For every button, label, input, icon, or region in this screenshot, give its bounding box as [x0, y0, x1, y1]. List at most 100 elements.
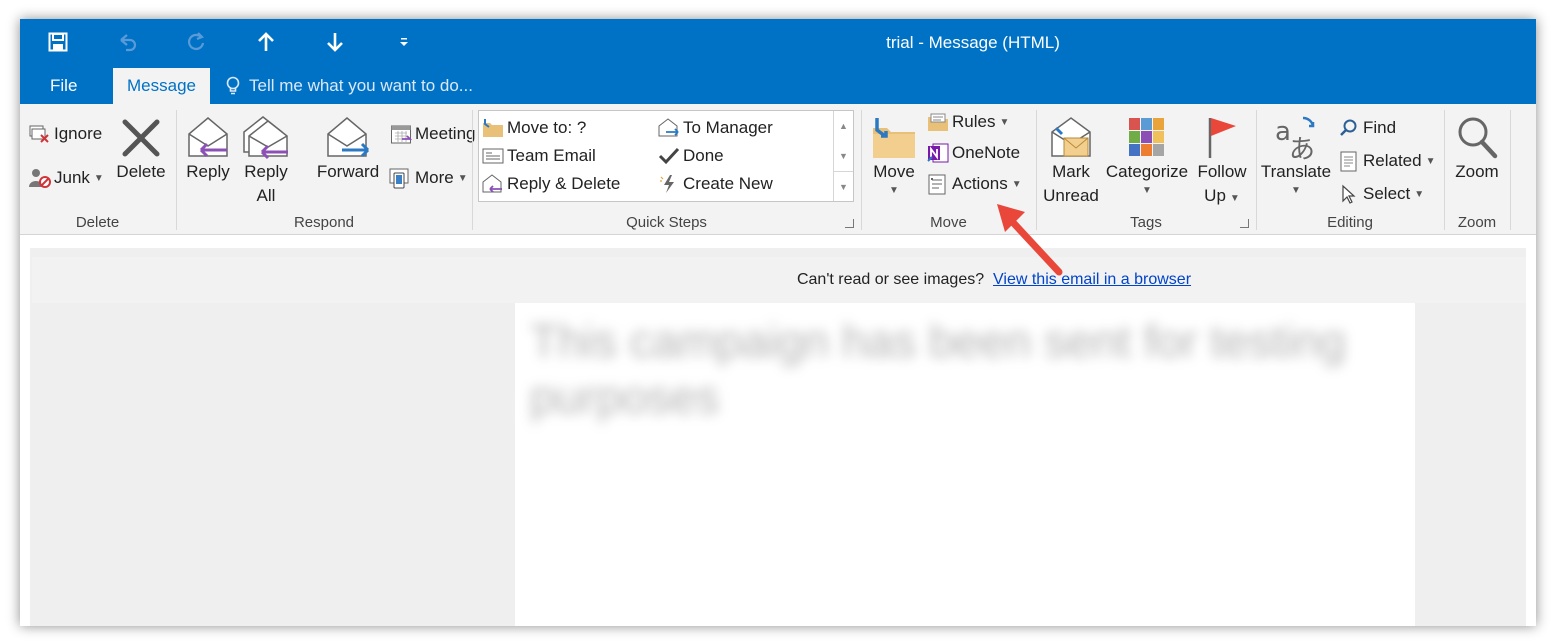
scroll-up-icon[interactable]: ▲ [834, 111, 853, 141]
meeting-calendar-icon [389, 122, 413, 146]
quick-step-reply-delete-label: Reply & Delete [507, 174, 621, 193]
rules-button[interactable]: Rules ▼ [926, 108, 1009, 136]
group-divider [1510, 110, 1511, 230]
move-to-folder-icon [481, 116, 505, 140]
tags-dialog-launcher[interactable] [1240, 219, 1249, 228]
zoom-button[interactable]: Zoom [1449, 110, 1505, 184]
forward-button[interactable]: Forward [315, 110, 381, 184]
quick-step-create-new[interactable]: Create New [657, 170, 773, 198]
find-label: Find [1363, 118, 1397, 137]
reply-delete-icon [481, 172, 505, 196]
zoom-magnifier-icon [1449, 110, 1505, 160]
related-label: Related [1363, 151, 1422, 170]
to-manager-icon [657, 116, 681, 140]
select-dropdown-caret: ▼ [1414, 188, 1425, 200]
quick-step-done-label: Done [683, 146, 724, 165]
email-content-panel: This campaign has been sent for testing … [515, 303, 1415, 626]
ribbon-tabs: File Message Tell me what you want to do… [20, 68, 1536, 105]
quick-steps-scrollbar[interactable]: ▲ ▼ ▼ [833, 111, 853, 201]
delete-group: Ignore Junk ▼ Delete Delete [20, 104, 175, 235]
mark-unread-label-line1: Mark [1052, 162, 1090, 181]
categorize-button[interactable]: Categorize ▼ [1103, 110, 1191, 198]
translate-label: Translate [1260, 162, 1332, 181]
tab-message[interactable]: Message [113, 68, 210, 105]
reply-button[interactable]: Reply [182, 110, 234, 184]
junk-label: Junk [54, 168, 90, 187]
reply-all-label-line2: All [256, 186, 276, 205]
ignore-label: Ignore [54, 124, 103, 143]
lightbulb-icon [226, 76, 240, 95]
categorize-dropdown-caret: ▼ [1142, 185, 1152, 196]
follow-up-label-line1: Follow [1197, 162, 1247, 181]
actions-icon [926, 172, 950, 196]
actions-dropdown-caret: ▼ [1011, 178, 1022, 190]
junk-button[interactable]: Junk ▼ [28, 164, 104, 192]
rules-icon [926, 110, 950, 134]
onenote-button[interactable]: OneNote [926, 139, 1020, 167]
actions-button[interactable]: Actions ▼ [926, 170, 1022, 198]
scroll-down-icon[interactable]: ▼ [834, 141, 853, 171]
meeting-button[interactable]: Meeting [389, 120, 475, 148]
reply-all-icon [239, 110, 293, 160]
quick-step-move-to-label: Move to: ? [507, 118, 587, 137]
select-cursor-icon [1337, 182, 1361, 206]
rules-dropdown-caret: ▼ [999, 116, 1010, 128]
quick-step-to-manager[interactable]: To Manager [657, 114, 773, 142]
follow-up-button[interactable]: Follow Up ▼ [1194, 110, 1250, 211]
tags-group: Mark Unread Categorize ▼ Follow Up ▼ Tags [1037, 104, 1255, 235]
quick-step-done[interactable]: Done [657, 142, 724, 170]
zoom-group: Zoom Zoom [1445, 104, 1509, 235]
quick-step-to-manager-label: To Manager [683, 118, 773, 137]
categorize-label: Categorize [1105, 162, 1189, 181]
quick-step-create-new-label: Create New [683, 174, 773, 193]
gallery-more-icon[interactable]: ▼ [834, 171, 853, 201]
mark-unread-envelope-icon [1041, 110, 1101, 160]
svg-text:あ: あ [1289, 135, 1315, 160]
ignore-icon [28, 122, 52, 146]
quick-step-team-email-label: Team Email [507, 146, 596, 165]
related-button[interactable]: Related ▼ [1337, 147, 1436, 175]
find-search-icon [1337, 116, 1361, 140]
quick-steps-dialog-launcher[interactable] [845, 219, 854, 228]
tab-file[interactable]: File [36, 68, 91, 104]
move-label: Move [873, 162, 915, 181]
respond-group-label: Respond [293, 214, 355, 231]
blurred-email-text: This campaign has been sent for testing … [530, 315, 1346, 423]
more-label: More [415, 168, 454, 187]
reply-all-button[interactable]: Reply All [239, 110, 293, 208]
quick-step-team-email[interactable]: Team Email [481, 142, 596, 170]
tell-me-box[interactable]: Tell me what you want to do... [225, 68, 473, 104]
select-label: Select [1363, 184, 1411, 203]
annotation-arrow-icon [997, 204, 1063, 276]
quick-steps-group-label: Quick Steps [626, 214, 707, 231]
more-dropdown-caret: ▼ [457, 172, 468, 184]
move-button[interactable]: Move ▼ [868, 110, 920, 198]
view-in-browser-bar: Can't read or see images? View this emai… [32, 257, 1526, 303]
delete-x-icon [113, 110, 169, 160]
delete-button[interactable]: Delete [113, 110, 169, 184]
quick-step-move-to[interactable]: Move to: ? [481, 114, 586, 142]
quick-step-reply-delete[interactable]: Reply & Delete [481, 170, 620, 198]
images-notice-text: Can't read or see images? [796, 271, 985, 288]
window-title: trial - Message (HTML) [886, 33, 1060, 52]
select-button[interactable]: Select ▼ [1337, 180, 1424, 208]
find-button[interactable]: Find [1337, 114, 1396, 142]
junk-dropdown-caret: ▼ [93, 172, 104, 184]
follow-up-dropdown-caret: ▼ [1229, 193, 1240, 204]
translate-button[interactable]: aあ Translate ▼ [1257, 110, 1335, 198]
categorize-grid-icon [1103, 110, 1191, 160]
related-dropdown-caret: ▼ [1425, 155, 1436, 167]
reply-label: Reply [186, 162, 230, 181]
move-dropdown-caret: ▼ [889, 185, 899, 196]
more-respond-icon [389, 166, 413, 190]
message-body-area: Can't read or see images? View this emai… [20, 235, 1536, 626]
onenote-icon [926, 141, 950, 165]
tags-group-label: Tags [1130, 214, 1162, 231]
related-document-icon [1337, 149, 1361, 173]
mark-unread-button[interactable]: Mark Unread [1041, 110, 1101, 208]
ignore-button[interactable]: Ignore [28, 120, 102, 148]
forward-label: Forward [316, 162, 380, 181]
more-respond-button[interactable]: More ▼ [389, 164, 468, 192]
delete-label: Delete [116, 162, 166, 181]
follow-up-label-line2-text: Up [1204, 186, 1226, 205]
